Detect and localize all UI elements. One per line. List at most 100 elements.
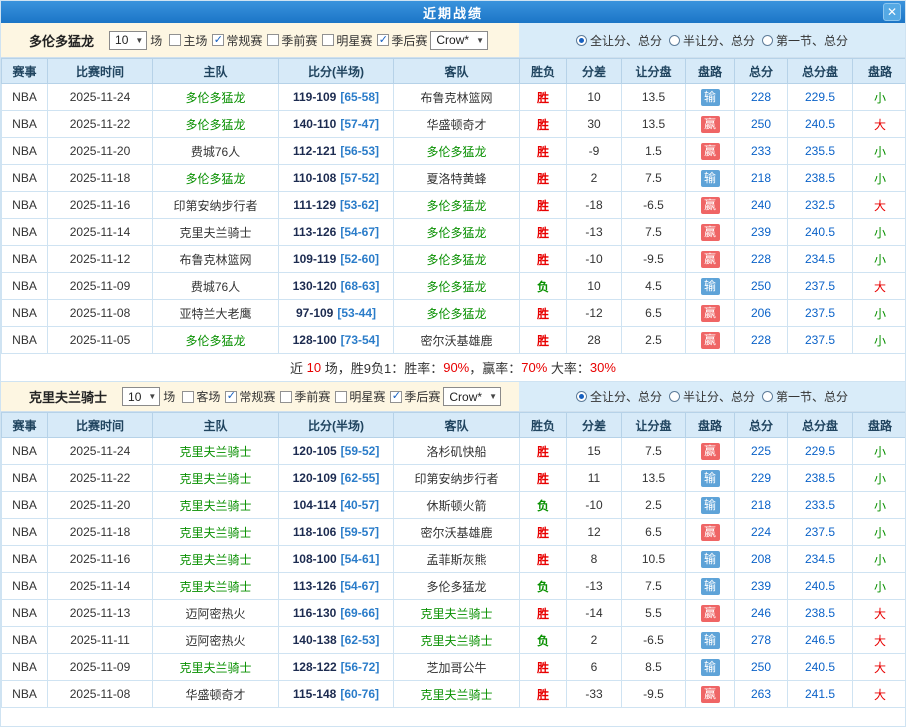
close-button[interactable]: ✕ [883,3,901,21]
team-section: 多伦多猛龙10▼场主场✓常规赛季前赛明星赛✓季后赛Crow*▼全让分、总分半让分… [1,23,905,382]
cell-away-team: 多伦多猛龙 [394,138,520,165]
bookmaker-select[interactable]: Crow*▼ [443,387,501,406]
checkbox-icon[interactable] [169,34,181,46]
cell-point-diff: 10 [567,273,622,300]
odds-type-radio[interactable]: 半让分、总分 [669,32,755,49]
cell-away-team: 洛杉矶快船 [394,438,520,465]
table-row: NBA2025-11-20克里夫兰骑士104-114[40-57]休斯顿火箭负-… [2,492,906,519]
handicap-result-badge: 赢 [701,605,720,622]
home-team-name: 克里夫兰骑士 [179,499,251,513]
filter-checkbox[interactable]: ✓季后赛 [390,388,440,405]
cell-total-points: 239 [735,573,788,600]
handicap-result-badge: 输 [701,578,720,595]
cell-point-diff: -9 [567,138,622,165]
cell-total-points: 233 [735,138,788,165]
checkbox-icon[interactable]: ✓ [377,34,389,46]
cell-handicap-result: 赢 [686,519,735,546]
cell-handicap-result: 赢 [686,681,735,708]
handicap-result-badge: 输 [701,659,720,676]
odds-type-radio[interactable]: 全让分、总分 [576,32,662,49]
cell-handicap-result: 赢 [686,327,735,354]
cell-over-under: 大 [853,627,906,654]
filter-checkbox[interactable]: 季前赛 [280,388,330,405]
radio-icon[interactable] [576,35,587,46]
full-score: 119-109 [293,90,336,104]
column-header: 盘路 [853,59,906,84]
cell-total-line: 229.5 [788,438,853,465]
away-team-name: 多伦多猛龙 [426,199,486,213]
table-row: NBA2025-11-13迈阿密热火116-130[69-66]克里夫兰骑士胜-… [2,600,906,627]
cell-date: 2025-11-20 [48,138,153,165]
cell-away-team: 多伦多猛龙 [394,219,520,246]
column-header: 分差 [567,413,622,438]
bookmaker-select[interactable]: Crow*▼ [430,31,488,50]
full-score: 97-109 [296,306,333,320]
filter-checkbox[interactable]: ✓季后赛 [377,32,427,49]
table-row: NBA2025-11-09克里夫兰骑士128-122[56-72]芝加哥公牛胜6… [2,654,906,681]
summary-segment: 近 [290,358,307,377]
home-team-name: 迈阿密热火 [185,607,245,621]
checkbox-icon[interactable] [335,391,347,403]
checkbox-icon[interactable]: ✓ [212,34,224,46]
cell-score: 112-121[56-53] [279,138,394,165]
odds-type-radio[interactable]: 半让分、总分 [669,388,755,405]
radio-label: 半让分、总分 [683,32,755,49]
cell-away-team: 多伦多猛龙 [394,246,520,273]
checkbox-icon[interactable] [182,391,194,403]
home-team-name: 华盛顿奇才 [185,688,245,702]
checkbox-icon[interactable] [280,391,292,403]
table-row: NBA2025-11-14克里夫兰骑士113-126[54-67]多伦多猛龙负-… [2,573,906,600]
checkbox-label: 客场 [196,388,220,405]
filter-checkbox[interactable]: ✓常规赛 [212,32,262,49]
full-score: 115-148 [293,687,336,701]
cell-total-line: 246.5 [788,627,853,654]
games-count-select[interactable]: 10▼ [109,31,147,50]
checkbox-icon[interactable] [267,34,279,46]
cell-date: 2025-11-09 [48,273,153,300]
radio-icon[interactable] [576,391,587,402]
cell-total-points: 246 [735,600,788,627]
cell-result: 胜 [520,300,567,327]
summary-segment: 场，胜9负1：胜率： [321,358,443,377]
games-count-select[interactable]: 10▼ [122,387,160,406]
cell-total-points: 206 [735,300,788,327]
radio-icon[interactable] [669,391,680,402]
cell-point-diff: -10 [567,246,622,273]
cell-league: NBA [2,465,48,492]
cell-over-under: 小 [853,300,906,327]
full-score: 113-126 [293,579,336,593]
cell-home-team: 多伦多猛龙 [153,165,279,192]
cell-away-team: 密尔沃基雄鹿 [394,519,520,546]
odds-type-radio[interactable]: 全让分、总分 [576,388,662,405]
cell-result: 负 [520,627,567,654]
checkbox-icon[interactable]: ✓ [390,391,402,403]
checkbox-icon[interactable] [322,34,334,46]
filter-checkbox[interactable]: 明星赛 [335,388,385,405]
cell-handicap-result: 输 [686,492,735,519]
half-score: [62-53] [341,633,380,647]
filter-checkbox[interactable]: ✓常规赛 [225,388,275,405]
radio-icon[interactable] [669,35,680,46]
full-score: 116-130 [293,606,336,620]
cell-home-team: 克里夫兰骑士 [153,219,279,246]
filter-checkbox[interactable]: 明星赛 [322,32,372,49]
cell-handicap-line: 13.5 [622,111,686,138]
full-score: 108-100 [293,552,337,566]
filter-checkbox[interactable]: 季前赛 [267,32,317,49]
cell-away-team: 多伦多猛龙 [394,192,520,219]
away-team-name: 孟菲斯灰熊 [426,553,486,567]
away-team-name: 夏洛特黄蜂 [426,172,486,186]
odds-type-radio[interactable]: 第一节、总分 [762,388,848,405]
radio-icon[interactable] [762,35,773,46]
odds-type-radio[interactable]: 第一节、总分 [762,32,848,49]
recent-results-panel: 近期战绩 ✕ 多伦多猛龙10▼场主场✓常规赛季前赛明星赛✓季后赛Crow*▼全让… [0,0,906,727]
checkbox-label: 明星赛 [349,388,385,405]
checkbox-icon[interactable]: ✓ [225,391,237,403]
cell-point-diff: 2 [567,627,622,654]
filter-checkbox[interactable]: 客场 [182,388,220,405]
cell-league: NBA [2,111,48,138]
filter-checkbox[interactable]: 主场 [169,32,207,49]
full-score: 109-119 [293,252,336,266]
checkbox-label: 常规赛 [226,32,262,49]
radio-icon[interactable] [762,391,773,402]
